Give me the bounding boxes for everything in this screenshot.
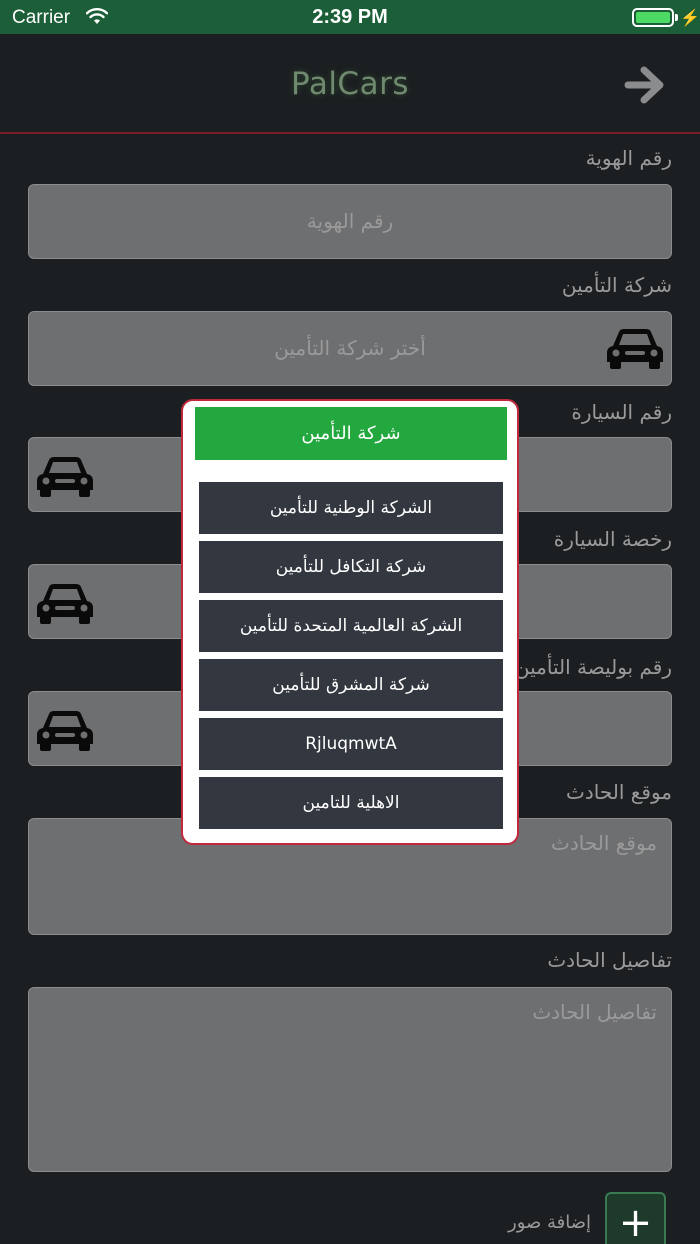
popup-title: شركة التأمين — [195, 407, 507, 460]
insurance-company-popup: شركة التأمين الشركة الوطنية للتأمين شركة… — [181, 399, 519, 845]
insurance-option[interactable]: الاهلية للتامين — [199, 777, 503, 829]
battery-nub — [675, 14, 678, 21]
id-number-placeholder: رقم الهوية — [306, 209, 394, 233]
accident-location-label: موقع الحادث — [566, 780, 672, 804]
navigation-bar: PalCars — [0, 34, 700, 134]
insurance-option[interactable]: شركة التكافل للتأمين — [199, 541, 503, 593]
add-photos-label: إضافة صور — [508, 1212, 592, 1233]
policy-number-label: رقم بوليصة التأمين — [514, 655, 672, 679]
id-number-label: رقم الهوية — [585, 146, 672, 170]
add-photos-button[interactable]: + — [605, 1192, 666, 1244]
car-icon — [37, 711, 93, 751]
car-number-label: رقم السيارة — [571, 400, 672, 424]
accident-location-placeholder: موقع الحادث — [551, 831, 657, 855]
accident-details-textarea[interactable]: تفاصيل الحادث — [28, 987, 672, 1172]
car-icon — [37, 584, 93, 624]
accident-details-placeholder: تفاصيل الحادث — [532, 1000, 657, 1024]
insurance-option[interactable]: الشركة الوطنية للتأمين — [199, 482, 503, 534]
insurance-company-select[interactable]: أختر شركة التأمين — [28, 311, 672, 386]
app-title: PalCars — [291, 66, 409, 102]
insurance-option[interactable]: RjluqmwtA — [199, 718, 503, 770]
battery-level — [636, 12, 670, 23]
clock: 2:39 PM — [312, 6, 388, 28]
insurance-option[interactable]: الشركة العالمية المتحدة للتأمين — [199, 600, 503, 652]
bolt-icon: ⚡ — [680, 10, 700, 27]
car-icon — [607, 329, 663, 369]
id-number-field[interactable]: رقم الهوية — [28, 184, 672, 259]
car-icon — [37, 457, 93, 497]
car-license-label: رخصة السيارة — [553, 527, 672, 551]
accident-details-label: تفاصيل الحادث — [547, 948, 672, 972]
insurance-company-placeholder: أختر شركة التأمين — [274, 336, 426, 360]
arrow-right-icon[interactable] — [622, 62, 668, 108]
insurance-company-label: شركة التأمين — [561, 273, 672, 297]
battery-icon — [632, 8, 674, 27]
status-bar: Carrier 2:39 PM ⚡ — [0, 0, 700, 34]
insurance-option[interactable]: شركة المشرق للتأمين — [199, 659, 503, 711]
